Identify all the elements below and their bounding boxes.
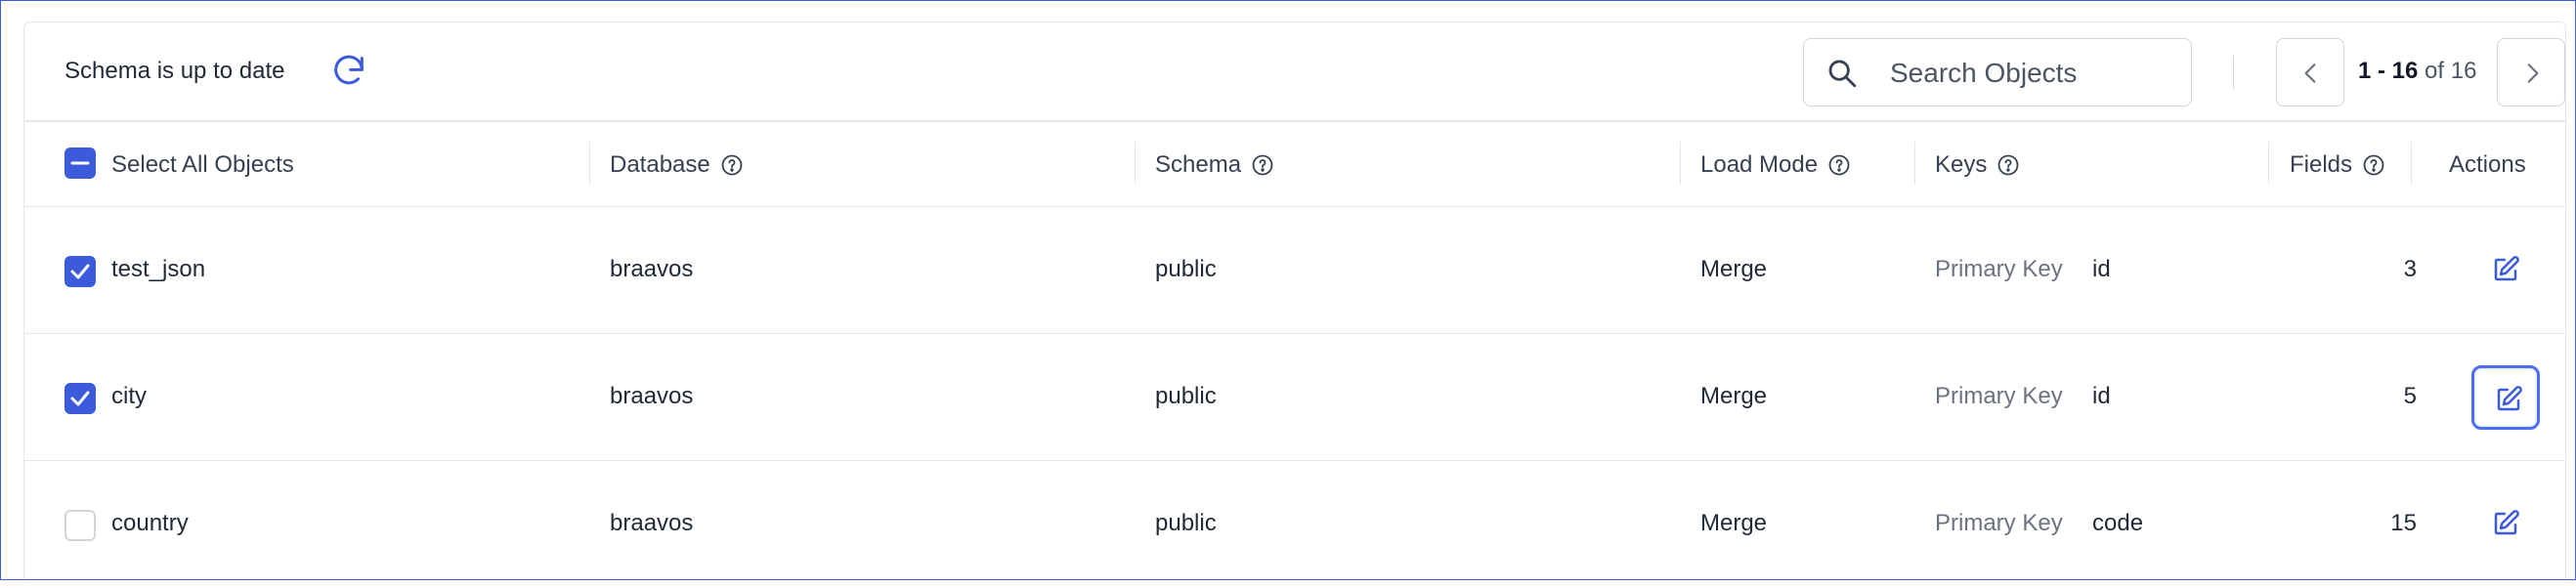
header-load-mode: Load Mode [1700, 151, 1851, 179]
schema-cell: public [1155, 383, 1217, 409]
header-select-all: Select All Objects [111, 151, 294, 178]
pagination-range: 1 - 16 of 16 [2358, 58, 2476, 85]
help-icon[interactable] [2362, 153, 2385, 177]
header-actions: Actions [2449, 151, 2526, 178]
refresh-icon[interactable] [329, 52, 368, 91]
object-name: city [111, 383, 147, 409]
chevron-left-icon [2304, 63, 2316, 83]
table-row[interactable]: country braavos public Merge Primary Key… [24, 461, 2565, 588]
table-header: Select All Objects Database Schema Load … [24, 122, 2565, 206]
database-cell: braavos [610, 256, 694, 282]
key-type-cell: Primary Key [1935, 510, 2063, 536]
row-checkbox[interactable] [64, 510, 96, 541]
table-row[interactable]: test_json braavos public Merge Primary K… [24, 207, 2565, 334]
column-separator [2268, 142, 2269, 185]
search-box[interactable] [1803, 38, 2192, 106]
toolbar-divider [2233, 56, 2234, 89]
header-schema: Schema [1155, 151, 1274, 179]
column-separator [2411, 142, 2412, 185]
help-icon[interactable] [720, 153, 744, 177]
header-database: Database [610, 151, 744, 179]
schema-cell: public [1155, 510, 1217, 536]
help-icon[interactable] [1996, 153, 2020, 177]
key-cell: code [2092, 510, 2144, 536]
key-cell: id [2092, 256, 2111, 282]
object-name: test_json [111, 256, 206, 282]
pagination-of: of [2425, 58, 2445, 84]
schema-cell: public [1155, 256, 1217, 282]
toolbar: Schema is up to date 1 - 16 [24, 22, 2565, 120]
key-type-cell: Primary Key [1935, 383, 2063, 409]
load-mode-cell: Merge [1700, 256, 1768, 282]
edit-icon [2494, 510, 2519, 535]
column-separator [1914, 142, 1915, 185]
row-checkbox[interactable] [64, 256, 96, 287]
database-cell: braavos [610, 383, 694, 409]
next-page-button[interactable] [2497, 38, 2565, 106]
header-keys: Keys [1935, 151, 2020, 179]
edit-button[interactable] [2471, 492, 2540, 557]
pagination-current: 1 - 16 [2358, 58, 2419, 84]
fields-count: 15 [2390, 510, 2417, 536]
help-icon[interactable] [1827, 153, 1851, 177]
key-cell: id [2092, 383, 2111, 409]
object-name: country [111, 510, 189, 536]
edit-icon [2494, 256, 2519, 281]
search-input[interactable] [1888, 53, 2175, 94]
column-separator [589, 142, 590, 185]
previous-page-button[interactable] [2276, 38, 2344, 106]
column-separator [1135, 142, 1136, 185]
key-type-cell: Primary Key [1935, 256, 2063, 282]
help-icon[interactable] [1251, 153, 1274, 177]
header-fields: Fields [2290, 151, 2385, 179]
row-checkbox[interactable] [64, 383, 96, 414]
table-row[interactable]: city braavos public Merge Primary Key id… [24, 334, 2565, 461]
objects-panel: Schema is up to date 1 - 16 [23, 21, 2566, 579]
edit-button[interactable] [2471, 238, 2540, 303]
load-mode-cell: Merge [1700, 510, 1768, 536]
fields-count: 5 [2403, 383, 2417, 409]
chevron-right-icon [2527, 63, 2539, 83]
check-icon [70, 264, 90, 279]
check-icon [70, 391, 90, 406]
search-icon [1825, 57, 1859, 90]
database-cell: braavos [610, 510, 694, 536]
minus-icon [70, 161, 90, 165]
edit-button[interactable] [2471, 365, 2540, 430]
select-all-checkbox[interactable] [64, 147, 96, 179]
pagination-total: 16 [2450, 58, 2477, 84]
schema-status: Schema is up to date [64, 58, 285, 84]
load-mode-cell: Merge [1700, 383, 1768, 409]
column-separator [1680, 142, 1681, 185]
fields-count: 3 [2403, 256, 2417, 282]
edit-icon [2497, 386, 2522, 411]
